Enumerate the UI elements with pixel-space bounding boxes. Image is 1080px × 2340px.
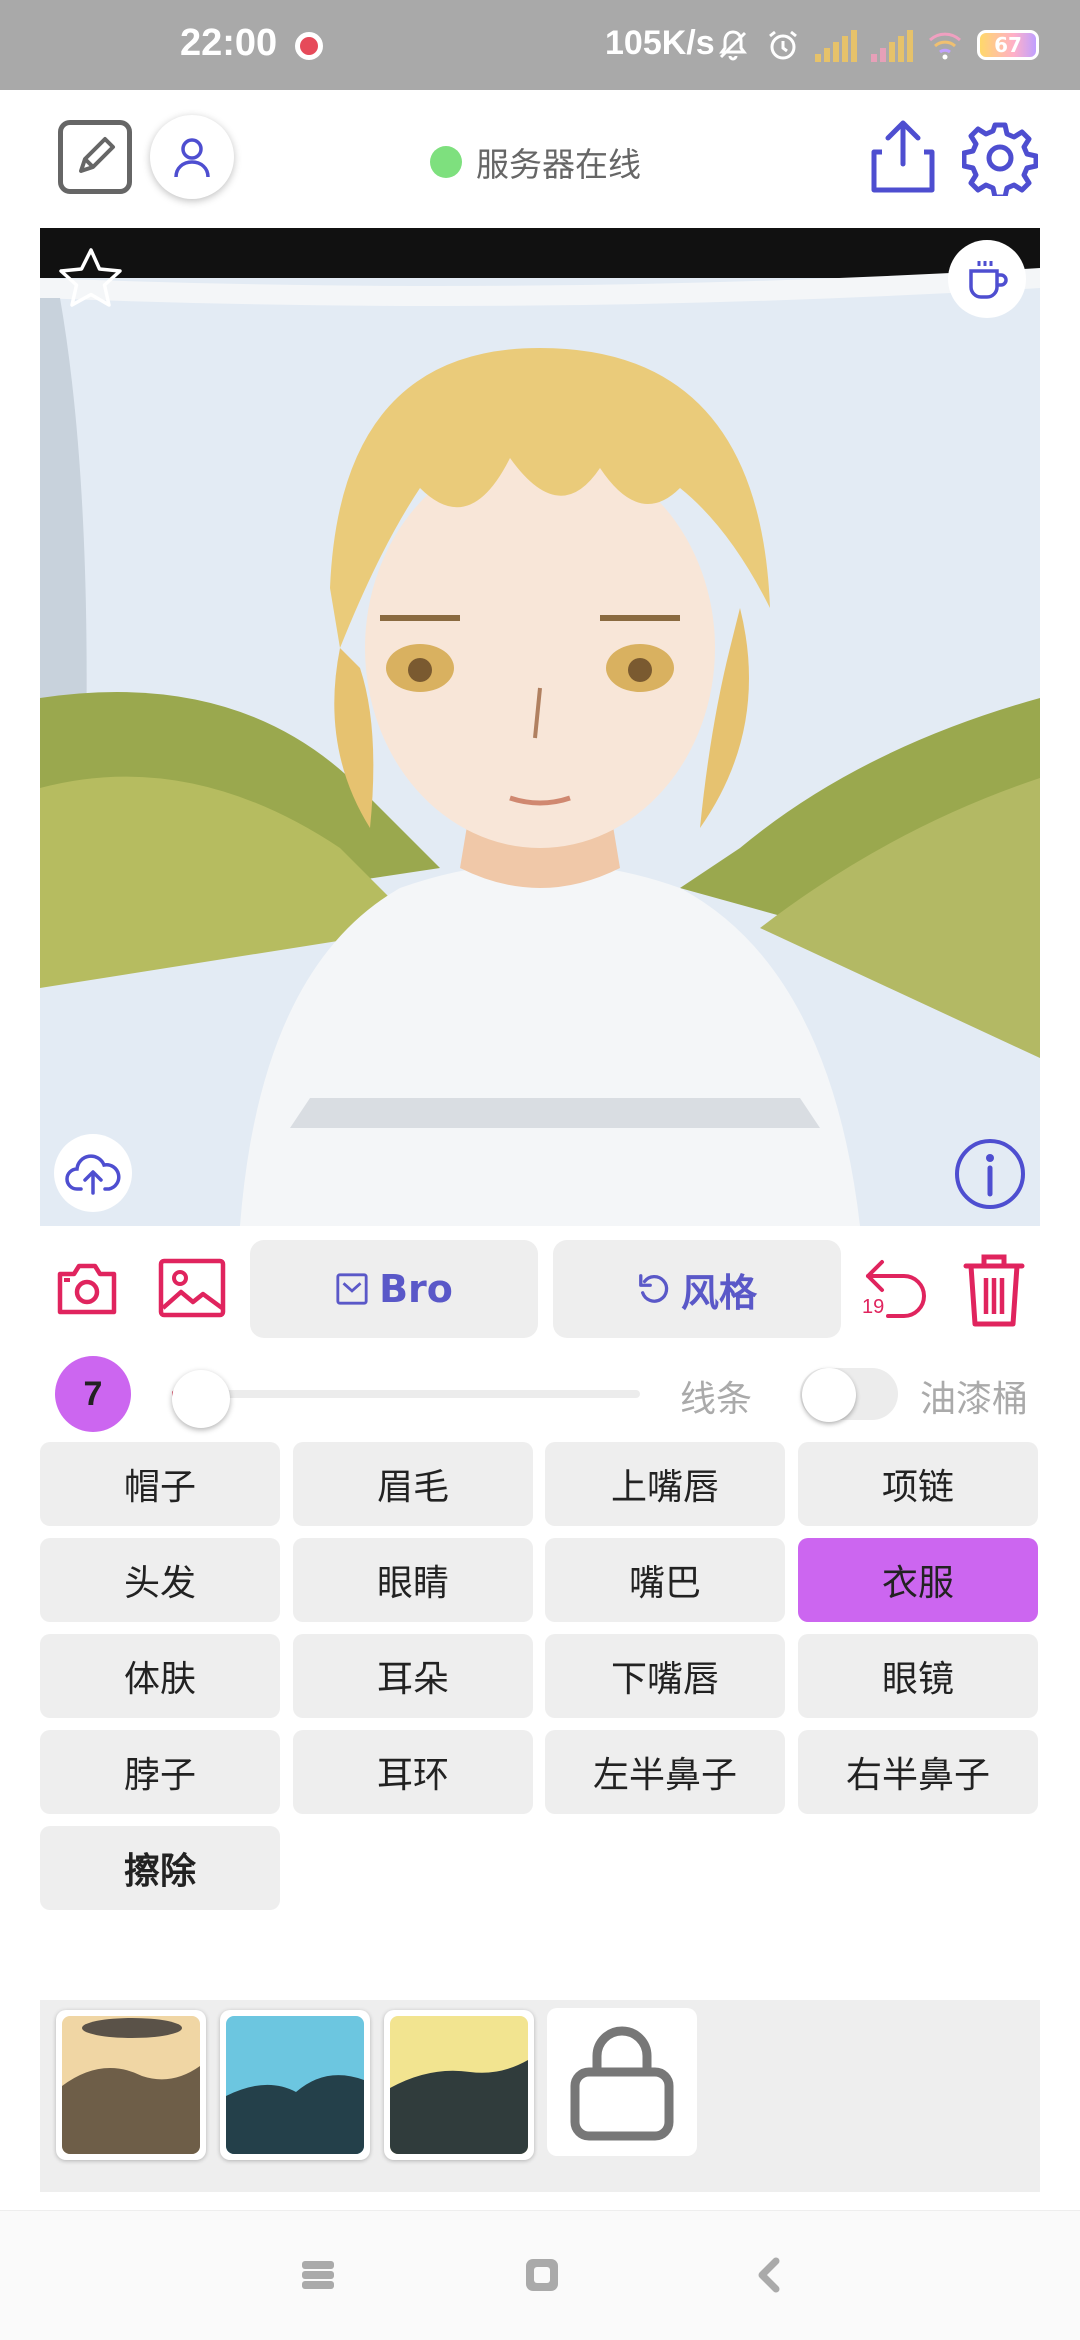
lines-label: 线条 (680, 1379, 753, 1420)
status-bar: 22:00 105K/s 67 (0, 0, 1080, 90)
swatch-thumbnail (226, 2016, 364, 2154)
part-button-lower-lip[interactable]: 下嘴唇 (545, 1634, 785, 1718)
swatch-thumbnail (390, 2016, 528, 2154)
trash-icon[interactable] (962, 1252, 1026, 1328)
system-nav-bar (0, 2210, 1080, 2340)
server-status: 服务器在线 (430, 138, 641, 186)
model-select-button[interactable]: Bro (250, 1240, 538, 1338)
recent-apps-icon[interactable] (298, 2255, 338, 2295)
info-icon[interactable] (952, 1136, 1028, 1212)
part-button-ears[interactable]: 耳朵 (293, 1634, 533, 1718)
edit-button[interactable] (58, 120, 132, 194)
style-label: 风格 (680, 1270, 757, 1315)
top-app-bar: 服务器在线 (0, 90, 1080, 225)
brush-size-badge: 7 (55, 1356, 131, 1432)
part-button-clothes[interactable]: 衣服 (798, 1538, 1038, 1622)
refresh-icon (639, 1274, 669, 1303)
style-button[interactable]: 风格 (553, 1240, 841, 1338)
coffee-icon (969, 261, 1008, 299)
upload-button[interactable] (54, 1134, 132, 1212)
part-button-hat[interactable]: 帽子 (40, 1442, 280, 1526)
star-icon[interactable] (58, 246, 124, 312)
gallery-icon[interactable] (158, 1258, 226, 1318)
part-button-neck[interactable]: 脖子 (40, 1730, 280, 1814)
model-label: Bro (379, 1267, 453, 1311)
camera-icon[interactable] (56, 1260, 118, 1316)
tool-row: Bro 风格 19 (0, 1238, 1080, 1338)
palette-strip (40, 2000, 1040, 2192)
status-time: 22:00 (180, 22, 278, 64)
anime-portrait (40, 228, 1040, 1226)
palette-swatch[interactable] (384, 2010, 534, 2160)
screen-record-icon (295, 32, 323, 60)
part-button-glasses[interactable]: 眼镜 (798, 1634, 1038, 1718)
palette-swatch[interactable] (220, 2010, 370, 2160)
part-button-earrings[interactable]: 耳环 (293, 1730, 533, 1814)
battery-icon: 67 (977, 30, 1039, 60)
part-button-erase[interactable]: 擦除 (40, 1826, 280, 1910)
network-speed: 105K/s (605, 24, 715, 62)
part-button-right-nose[interactable]: 右半鼻子 (798, 1730, 1038, 1814)
part-button-upper-lip[interactable]: 上嘴唇 (545, 1442, 785, 1526)
user-icon (174, 138, 210, 178)
part-button-eyebrows[interactable]: 眉毛 (293, 1442, 533, 1526)
generated-image[interactable] (40, 228, 1040, 1226)
slider-thumb[interactable] (172, 1370, 230, 1428)
brush-size-slider[interactable] (172, 1390, 640, 1398)
server-status-text: 服务器在线 (476, 145, 641, 184)
share-icon[interactable] (868, 118, 938, 194)
part-button-eyes[interactable]: 眼睛 (293, 1538, 533, 1622)
part-button-necklace[interactable]: 项链 (798, 1442, 1038, 1526)
part-button-skin[interactable]: 体肤 (40, 1634, 280, 1718)
signal-icon (871, 28, 913, 62)
coffee-button[interactable] (948, 240, 1026, 318)
bell-off-icon (719, 30, 747, 61)
signal-icon (815, 28, 857, 62)
home-icon[interactable] (522, 2255, 562, 2295)
status-icons: 67 (715, 20, 1039, 70)
lock-icon (570, 2026, 674, 2141)
part-button-mouth[interactable]: 嘴巴 (545, 1538, 785, 1622)
palette-swatch[interactable] (56, 2010, 206, 2160)
swatch-thumbnail (62, 2016, 200, 2154)
bucket-label: 油漆桶 (920, 1379, 1029, 1420)
part-button-hair[interactable]: 头发 (40, 1538, 280, 1622)
bucket-toggle[interactable] (800, 1368, 898, 1422)
cloud-upload-icon (65, 1154, 121, 1195)
part-button-left-nose[interactable]: 左半鼻子 (545, 1730, 785, 1814)
edit-icon (79, 137, 115, 173)
settings-icon[interactable] (962, 120, 1038, 196)
checkbox-icon (336, 1273, 368, 1305)
alarm-icon (769, 30, 797, 60)
back-icon[interactable] (750, 2255, 790, 2295)
locked-swatch[interactable] (547, 2008, 697, 2156)
toggle-knob (802, 1368, 856, 1422)
undo-count: 19 (862, 1296, 885, 1318)
wifi-icon (928, 32, 962, 60)
server-status-dot (430, 146, 462, 178)
user-button[interactable] (150, 115, 234, 199)
brush-row: 7 线条 油漆桶 (0, 1350, 1080, 1432)
